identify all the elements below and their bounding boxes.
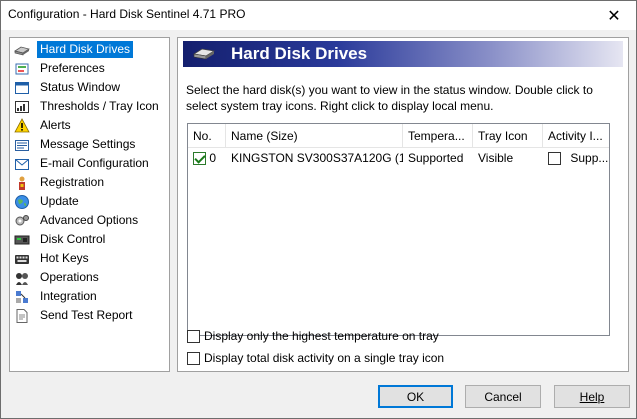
sidebar-item-label: Hard Disk Drives xyxy=(37,41,134,58)
sidebar-item-status-window[interactable]: Status Window xyxy=(14,78,167,97)
sidebar-item-preferences[interactable]: Preferences xyxy=(14,59,167,78)
tray-icon-cell: Visible xyxy=(478,151,514,165)
thresholds-icon xyxy=(14,99,30,115)
sidebar-item-label: Alerts xyxy=(40,118,71,132)
sidebar-item-disk-control[interactable]: Disk Control xyxy=(14,230,167,249)
sidebar-item-label: Registration xyxy=(40,175,105,189)
disk-enabled-checkbox[interactable] xyxy=(193,152,206,166)
sidebar-item-label: Status Window xyxy=(40,80,121,94)
operations-icon xyxy=(14,270,30,286)
sidebar-item-email-configuration[interactable]: E-mail Configuration xyxy=(14,154,167,173)
preferences-icon xyxy=(14,61,30,77)
message-icon xyxy=(14,137,30,153)
sidebar-item-label: Preferences xyxy=(40,61,105,75)
table-header: No. Name (Size) Tempera... Tray Icon Act… xyxy=(188,124,609,148)
disk-control-icon xyxy=(14,232,30,248)
sidebar-item-label: Thresholds / Tray Icon xyxy=(40,99,159,113)
sidebar-item-label: Advanced Options xyxy=(40,213,139,227)
temperature-cell: Supported xyxy=(408,151,464,165)
cancel-button[interactable]: Cancel xyxy=(465,385,541,408)
highest-temperature-label: Display only the highest temperature on … xyxy=(204,329,439,343)
title-bar: Configuration - Hard Disk Sentinel 4.71 … xyxy=(1,1,636,30)
total-activity-label: Display total disk activity on a single … xyxy=(204,351,445,365)
column-header-temperature[interactable]: Tempera... xyxy=(403,124,473,148)
disk-number: 0 xyxy=(209,151,217,165)
section-title: Hard Disk Drives xyxy=(231,44,368,63)
sidebar-item-advanced-options[interactable]: Advanced Options xyxy=(14,211,167,230)
configuration-window: Configuration - Hard Disk Sentinel 4.71 … xyxy=(0,0,637,419)
window-title: Configuration - Hard Disk Sentinel 4.71 … xyxy=(8,7,246,21)
disk-name-cell: KINGSTON SV300S37A120G (1... xyxy=(231,151,403,165)
column-header-tray-icon[interactable]: Tray Icon xyxy=(473,124,543,148)
sidebar-item-integration[interactable]: Integration xyxy=(14,287,167,306)
sidebar-item-hard-disk-drives[interactable]: Hard Disk Drives xyxy=(14,40,167,59)
activity-checkbox[interactable] xyxy=(548,152,561,166)
sidebar-item-label: E-mail Configuration xyxy=(40,156,149,170)
sidebar-item-operations[interactable]: Operations xyxy=(14,268,167,287)
sidebar-item-label: Send Test Report xyxy=(40,308,133,322)
activity-value: Supp... xyxy=(570,151,609,165)
ok-button[interactable]: OK xyxy=(378,385,453,408)
sidebar-item-message-settings[interactable]: Message Settings xyxy=(14,135,167,154)
sidebar-item-label: Operations xyxy=(40,270,99,284)
total-activity-option[interactable]: Display total disk activity on a single … xyxy=(187,350,444,366)
category-tree[interactable]: Hard Disk Drives Preferences Status Wind… xyxy=(9,37,170,372)
activity-cell: Supp... xyxy=(543,149,609,168)
advanced-icon xyxy=(14,213,30,229)
highest-temperature-checkbox[interactable] xyxy=(187,329,200,343)
column-header-activity[interactable]: Activity I... xyxy=(543,124,609,148)
total-activity-checkbox[interactable] xyxy=(187,351,200,365)
section-header: Hard Disk Drives xyxy=(183,41,623,67)
sidebar-item-registration[interactable]: Registration xyxy=(14,173,167,192)
keyboard-icon xyxy=(14,251,30,267)
sidebar-item-send-test-report[interactable]: Send Test Report xyxy=(14,306,167,325)
column-header-no[interactable]: No. xyxy=(188,124,226,148)
email-icon xyxy=(14,156,30,172)
sidebar-item-thresholds[interactable]: Thresholds / Tray Icon xyxy=(14,97,167,116)
sidebar-item-alerts[interactable]: Alerts xyxy=(14,116,167,135)
instructions-text: Select the hard disk(s) you want to view… xyxy=(186,83,593,113)
registration-icon xyxy=(14,175,30,191)
sidebar-item-hot-keys[interactable]: Hot Keys xyxy=(14,249,167,268)
window-icon xyxy=(14,80,30,96)
sidebar-item-label: Integration xyxy=(40,289,97,303)
settings-panel: Hard Disk Drives Select the hard disk(s)… xyxy=(177,37,629,372)
sidebar-item-label: Hot Keys xyxy=(40,251,89,265)
integration-icon xyxy=(14,289,30,305)
table-row[interactable]: 0 KINGSTON SV300S37A120G (1... Supported… xyxy=(188,149,609,168)
disk-icon xyxy=(192,47,216,61)
column-header-name[interactable]: Name (Size) xyxy=(226,124,403,148)
sidebar-item-label: Disk Control xyxy=(40,232,106,246)
sidebar-item-label: Message Settings xyxy=(40,137,136,151)
report-icon xyxy=(14,308,30,324)
sidebar-item-label: Update xyxy=(40,194,79,208)
help-button[interactable]: Help xyxy=(554,385,630,408)
warning-icon xyxy=(14,117,30,134)
disk-icon xyxy=(14,42,30,58)
globe-icon xyxy=(14,194,30,210)
highest-temperature-option[interactable]: Display only the highest temperature on … xyxy=(187,328,439,344)
disk-list[interactable]: No. Name (Size) Tempera... Tray Icon Act… xyxy=(187,123,610,336)
sidebar-item-update[interactable]: Update xyxy=(14,192,167,211)
disk-number-cell: 0 xyxy=(188,149,226,168)
close-icon[interactable]: ✕ xyxy=(592,1,636,30)
help-button-label: Help xyxy=(579,389,605,404)
